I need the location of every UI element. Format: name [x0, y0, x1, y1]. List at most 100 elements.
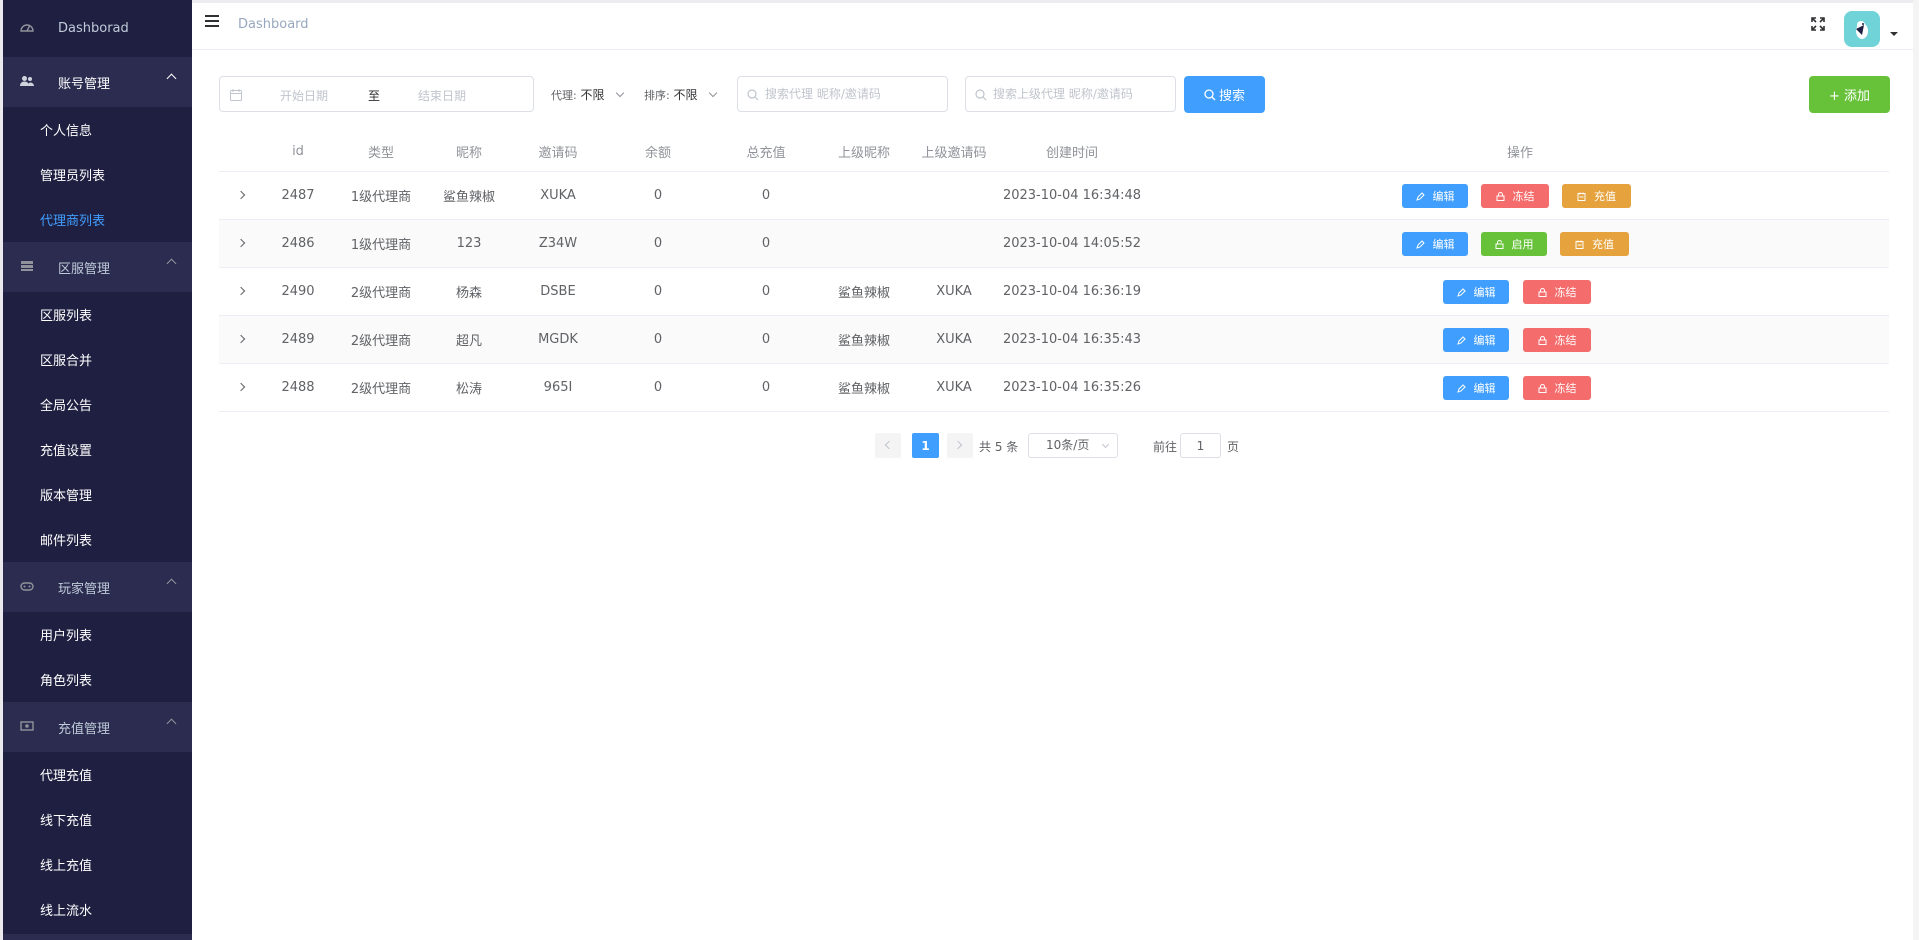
server-icon: [20, 260, 42, 275]
col-id-cell: 2490: [281, 284, 315, 299]
lock-icon: [1538, 335, 1551, 345]
agent-select[interactable]: 代理: 不限: [551, 86, 625, 103]
edit-button[interactable]: 编辑: [1443, 376, 1509, 400]
col-parent-nickname-cell: 鲨鱼辣椒: [837, 286, 890, 301]
sidebar-item[interactable]: 线上充值: [3, 842, 192, 887]
col-created-cell: 2023-10-04 16:35:26: [1002, 380, 1142, 395]
search-agent-field[interactable]: [737, 76, 948, 112]
top-header: Dashboard: [192, 0, 1919, 50]
sidebar-item[interactable]: 代理商列表: [3, 197, 192, 242]
action-label: 编辑: [1473, 334, 1496, 347]
sidebar-group-3[interactable]: 充值管理: [3, 702, 192, 752]
expand-row-icon[interactable]: [236, 382, 246, 392]
sidebar-group-label: 账号管理: [58, 76, 111, 92]
sidebar-item[interactable]: 区服合并: [3, 337, 192, 382]
unlock-icon: [1495, 239, 1508, 249]
edit-button[interactable]: 编辑: [1402, 232, 1468, 256]
sidebar-item[interactable]: 全局公告: [3, 382, 192, 427]
col-parent-nickname-header: 上级昵称: [837, 145, 890, 161]
recharge-button[interactable]: 充值: [1562, 184, 1631, 208]
add-button[interactable]: + 添加: [1809, 76, 1890, 113]
action-label: 编辑: [1432, 238, 1455, 251]
page-number-current[interactable]: 1: [912, 433, 939, 458]
lock-icon: [1538, 383, 1551, 393]
action-label: 充值: [1594, 190, 1616, 203]
search-parent-field[interactable]: [965, 76, 1176, 112]
sidebar-item[interactable]: 线下充值: [3, 797, 192, 842]
edit-button[interactable]: 编辑: [1443, 328, 1509, 352]
sidebar-item[interactable]: 版本管理: [3, 472, 192, 517]
wallet-icon: [1575, 240, 1588, 249]
col-balance-cell: 0: [653, 284, 663, 299]
sidebar-group-1[interactable]: 区服管理: [3, 242, 192, 292]
chevron-down-icon[interactable]: [1890, 32, 1898, 36]
sidebar-item[interactable]: 角色列表: [3, 657, 192, 702]
col-id-cell: 2488: [281, 380, 315, 395]
col-nickname-cell: 超凡: [455, 334, 482, 349]
date-end-input[interactable]: 结束日期: [418, 87, 466, 104]
chevron-left-icon: [884, 440, 894, 450]
recharge-button[interactable]: 充值: [1560, 232, 1629, 256]
sidebar-group-label: 区服管理: [58, 261, 111, 277]
col-parent-nickname-cell: [819, 220, 909, 267]
prev-page-button[interactable]: [875, 433, 901, 458]
col-total-cell: 0: [761, 188, 771, 203]
avatar[interactable]: [1844, 11, 1880, 47]
sidebar-item[interactable]: 区服列表: [3, 292, 192, 337]
next-page-button[interactable]: [947, 433, 973, 458]
calendar-icon: [230, 89, 242, 101]
expand-row-icon[interactable]: [236, 190, 246, 200]
freeze-button[interactable]: 冻结: [1523, 280, 1591, 304]
col-total-cell: 0: [761, 380, 771, 395]
sidebar-item[interactable]: 代理充值: [3, 752, 192, 797]
col-nickname-cell: 鲨鱼辣椒: [442, 190, 495, 205]
action-label: 冻结: [1512, 190, 1535, 203]
action-label: 冻结: [1554, 286, 1577, 299]
enable-button[interactable]: 启用: [1481, 232, 1547, 256]
col-type-cell: 2级代理商: [350, 382, 412, 397]
date-range-picker[interactable]: 开始日期 至 结束日期: [219, 76, 534, 112]
goto-unit: 页: [1227, 440, 1240, 454]
edit-button[interactable]: 编辑: [1443, 280, 1509, 304]
sidebar-item[interactable]: 管理员列表: [3, 152, 192, 197]
hamburger-icon[interactable]: [205, 15, 219, 29]
sidebar-item[interactable]: 线上流水: [3, 887, 192, 932]
col-nickname-header: 昵称: [455, 145, 482, 161]
sidebar-group-2[interactable]: 玩家管理: [3, 562, 192, 612]
freeze-button[interactable]: 冻结: [1523, 328, 1591, 352]
freeze-button[interactable]: 冻结: [1523, 376, 1591, 400]
fullscreen-icon[interactable]: [1810, 16, 1828, 34]
search-parent-input[interactable]: [993, 77, 1168, 111]
col-type-cell: 2级代理商: [350, 334, 412, 349]
sidebar-item[interactable]: 邮件列表: [3, 517, 192, 562]
sidebar-item[interactable]: 用户列表: [3, 612, 192, 657]
sidebar-group-0[interactable]: 账号管理: [3, 57, 192, 107]
chevron-down-icon: [709, 88, 718, 98]
expand-row-icon[interactable]: [236, 238, 246, 248]
date-start-input[interactable]: 开始日期: [280, 87, 328, 104]
table-row: 2488 2级代理商 松涛 965I 0 0 鲨鱼辣椒 XUKA 2023-10-04 16:3…: [219, 364, 1889, 412]
search-agent-input[interactable]: [765, 77, 925, 111]
sort-select[interactable]: 排序: 不限: [644, 86, 718, 103]
page-size-select[interactable]: 10条/页: [1028, 433, 1118, 458]
col-total-cell: 0: [761, 236, 771, 251]
col-created-header: 创建时间: [1045, 145, 1098, 161]
edit-icon: [1415, 191, 1429, 201]
sidebar-item[interactable]: 个人信息: [3, 107, 192, 152]
col-total-cell: 0: [761, 284, 771, 299]
sidebar-item[interactable]: 充值设置: [3, 427, 192, 472]
search-icon: [1204, 88, 1216, 100]
expand-row-icon[interactable]: [236, 334, 246, 344]
col-type-cell: 2级代理商: [350, 286, 412, 301]
freeze-button[interactable]: 冻结: [1481, 184, 1549, 208]
col-nickname-cell: 杨森: [455, 286, 482, 301]
search-button[interactable]: 搜索: [1184, 76, 1265, 113]
expand-row-icon[interactable]: [236, 286, 246, 296]
goto-page-input[interactable]: [1180, 433, 1221, 458]
col-type-header: 类型: [367, 145, 394, 161]
chevron-up-icon: [166, 73, 177, 84]
sort-select-label: 排序:: [644, 89, 670, 102]
breadcrumb[interactable]: Dashboard: [238, 17, 309, 32]
sidebar-item-dashboard[interactable]: Dashborad: [3, 0, 192, 57]
edit-button[interactable]: 编辑: [1402, 184, 1468, 208]
